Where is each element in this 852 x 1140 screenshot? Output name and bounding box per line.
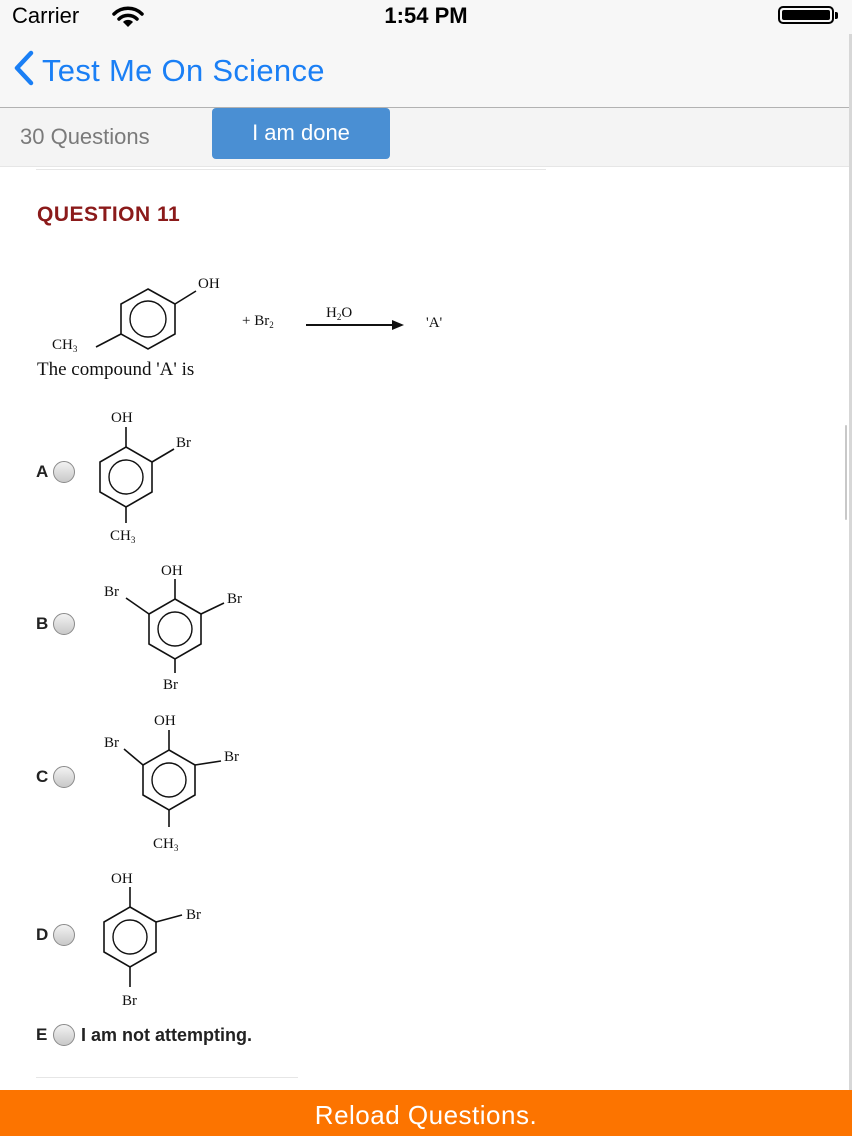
reload-questions-button[interactable]: Reload Questions. — [0, 1090, 852, 1136]
option-b-br-bottom-label: Br — [163, 677, 178, 693]
option-b-br-right-label: Br — [227, 591, 242, 607]
reagent-h-label: H — [326, 305, 337, 321]
question-text: The compound 'A' is — [37, 359, 195, 380]
option-a-ch3-subscript: 3 — [131, 535, 136, 545]
option-letter: E — [36, 1025, 48, 1044]
svg-text:H2O: H2O — [326, 305, 352, 322]
done-button[interactable]: I am done — [212, 108, 390, 159]
option-d-oh-label: OH — [111, 871, 133, 887]
question-title: QUESTION 11 — [37, 203, 181, 226]
option-c-br-left-label: Br — [104, 735, 119, 751]
option-letter: D — [36, 925, 49, 944]
divider — [36, 1077, 298, 1078]
option-c-structure: OH Br Br CH3 — [104, 713, 239, 853]
svg-text:CH3: CH3 — [153, 836, 179, 853]
option-b-oh-label: OH — [161, 563, 183, 579]
svg-text:CH3: CH3 — [52, 337, 78, 354]
back-button[interactable]: Test Me On Science — [14, 50, 325, 91]
option-a-br-label: Br — [176, 435, 191, 451]
option-c-oh-label: OH — [154, 713, 176, 729]
product-label: 'A' — [426, 315, 443, 331]
option-a-structure: OH Br CH3 — [99, 410, 191, 545]
option-b-structure: OH Br Br Br — [104, 563, 242, 693]
option-a-ch3-label: CH — [110, 528, 131, 544]
option-b-br-left-label: Br — [104, 584, 119, 600]
option-letter: B — [36, 614, 49, 633]
option-d[interactable]: D — [36, 924, 75, 946]
option-d-br-right-label: Br — [186, 907, 201, 923]
reactant-ch3-subscript: 3 — [73, 344, 78, 354]
option-c[interactable]: C — [36, 766, 75, 788]
option-b[interactable]: B — [36, 613, 75, 635]
option-c-ch3-label: CH — [153, 836, 174, 852]
chevron-left-icon — [14, 50, 34, 91]
radio-button[interactable] — [53, 461, 75, 483]
option-letter: A — [36, 462, 49, 481]
status-bar: Carrier 1:54 PM — [0, 0, 852, 34]
clock: 1:54 PM — [384, 3, 468, 28]
reagent-o-label: O — [341, 305, 352, 321]
option-c-ch3-subscript: 3 — [174, 843, 179, 853]
option-a-oh-label: OH — [111, 410, 133, 426]
radio-button[interactable] — [53, 924, 75, 946]
option-d-br-bottom-label: Br — [122, 993, 137, 1009]
back-title: Test Me On Science — [42, 52, 325, 88]
quiz-toolbar: 30 Questions I am done — [0, 108, 852, 167]
option-letter: C — [36, 767, 49, 786]
scroll-indicator[interactable] — [845, 425, 847, 520]
reagent-br2-subscript: 2 — [269, 320, 274, 330]
radio-button[interactable] — [53, 613, 75, 635]
option-d-structure: OH Br Br — [103, 871, 201, 1009]
svg-text:CH3: CH3 — [110, 528, 136, 545]
reactant-oh-label: OH — [198, 276, 220, 292]
option-c-br-right-label: Br — [224, 749, 239, 765]
question-count: 30 Questions — [20, 124, 150, 149]
reactant-ch3-label: CH — [52, 337, 73, 353]
question-content[interactable]: QUESTION 11 OH CH3 + Br2 H2O 'A' The com… — [0, 167, 852, 1090]
divider — [36, 169, 546, 170]
arrow-right-icon — [392, 320, 404, 330]
navigation-bar: Test Me On Science — [0, 34, 852, 108]
svg-text:+ Br2: + Br2 — [242, 313, 274, 330]
option-e[interactable]: E I am not attempting. — [36, 1024, 252, 1046]
option-a[interactable]: A — [36, 461, 75, 483]
radio-button[interactable] — [53, 1024, 75, 1046]
radio-button[interactable] — [53, 766, 75, 788]
reagent-br2-label: + Br — [242, 313, 269, 329]
reaction-figure: OH CH3 + Br2 H2O 'A' — [52, 276, 443, 354]
option-e-text: I am not attempting. — [81, 1024, 252, 1045]
battery-icon — [778, 6, 838, 24]
